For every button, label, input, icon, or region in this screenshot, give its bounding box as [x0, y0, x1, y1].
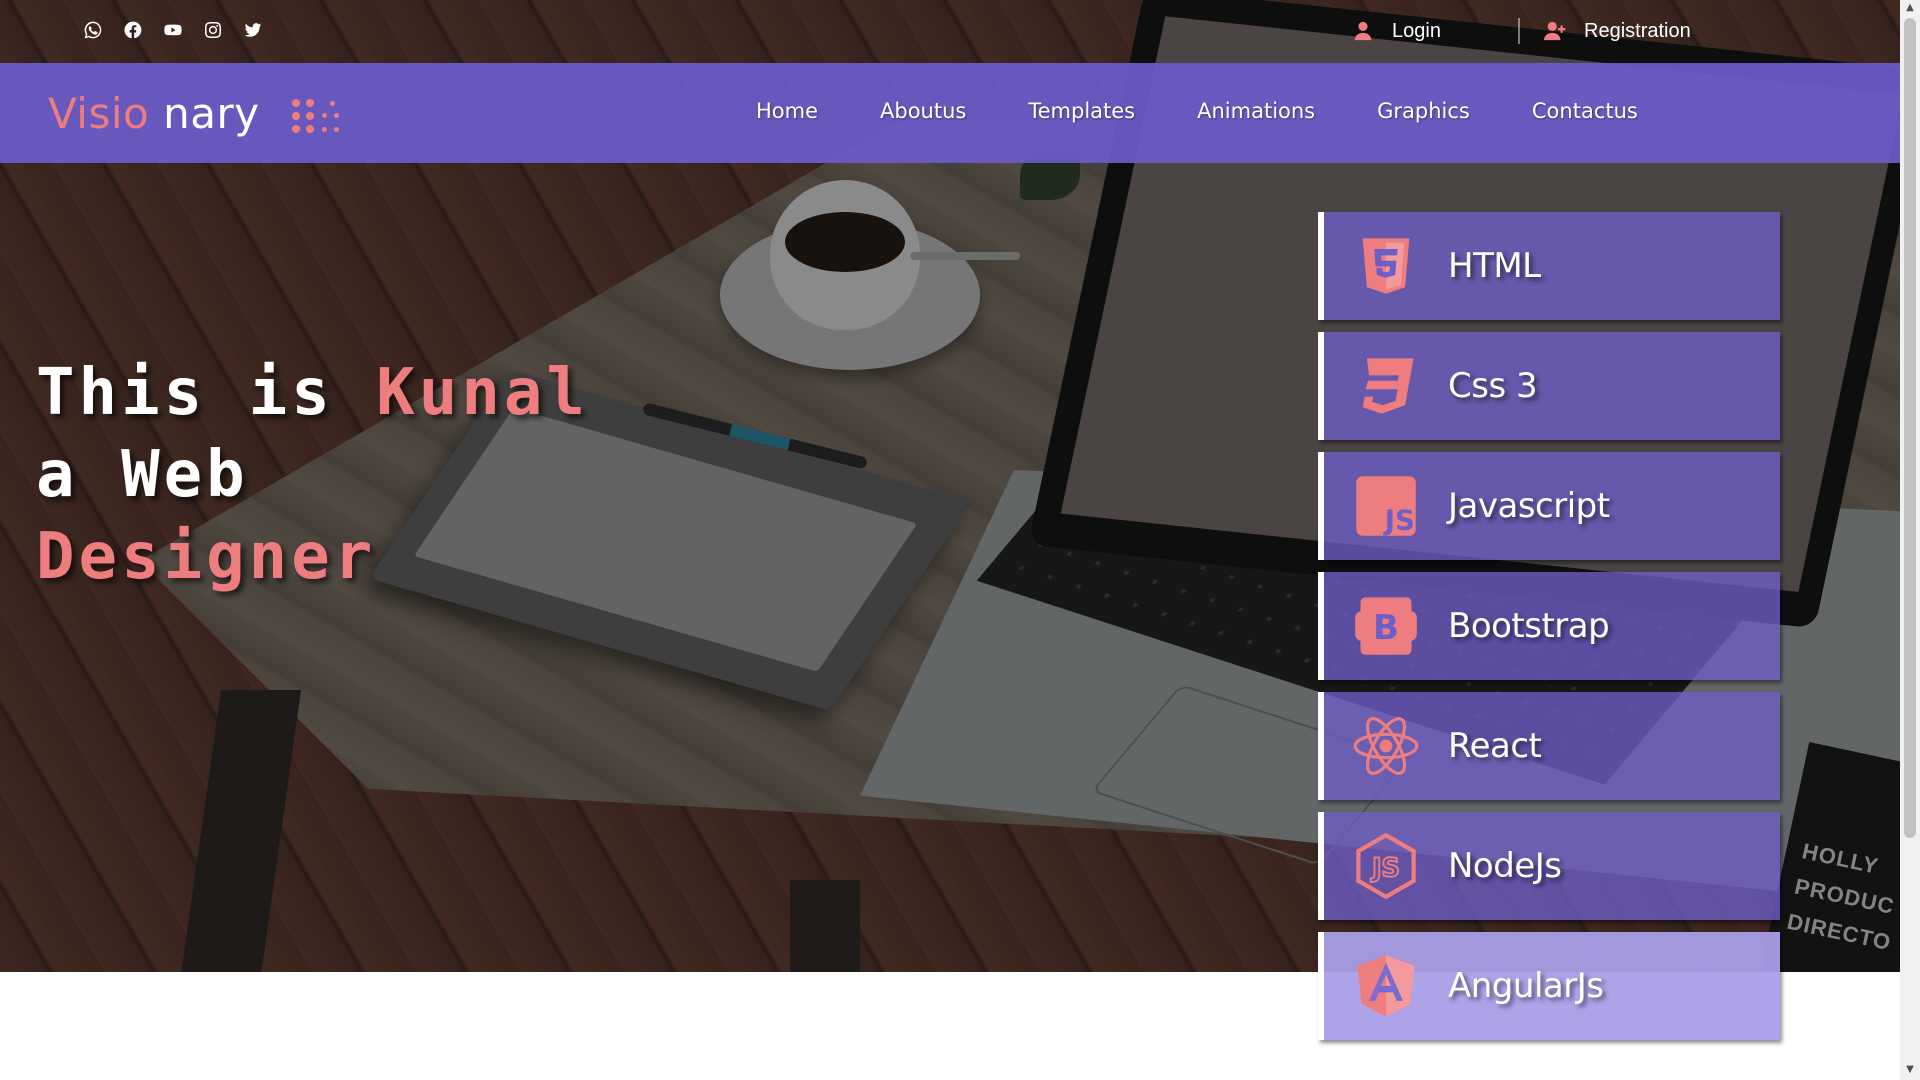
css3-icon — [1350, 350, 1422, 422]
nav-animations[interactable]: Animations — [1197, 99, 1315, 123]
html5-icon — [1350, 230, 1422, 302]
skill-label: HTML — [1448, 246, 1541, 286]
skill-label: React — [1448, 726, 1542, 766]
logo-dots-icon — [292, 99, 344, 135]
skill-label: Javascript — [1448, 486, 1610, 526]
social-links — [82, 19, 264, 41]
registration-link[interactable]: Registration — [1544, 14, 1691, 48]
nav-aboutus[interactable]: Aboutus — [880, 99, 966, 123]
user-plus-icon — [1544, 21, 1566, 41]
page-scrollbar[interactable]: ▲ ▼ — [1900, 0, 1920, 1080]
skill-card-css3[interactable]: Css 3 — [1318, 332, 1780, 440]
skill-card-bootstrap[interactable]: B Bootstrap — [1318, 572, 1780, 680]
login-label: Login — [1392, 19, 1441, 42]
headline-text: This is — [36, 356, 377, 430]
scroll-down-arrow-icon[interactable]: ▼ — [1904, 1064, 1916, 1076]
react-icon — [1350, 710, 1422, 782]
skills-list: HTML Css 3 JS Javascript B Bootstrap Rea… — [1318, 212, 1780, 1052]
login-link[interactable]: Login — [1352, 14, 1441, 48]
nodejs-icon: JS — [1350, 830, 1422, 902]
headline-name: Kunal — [376, 356, 589, 430]
top-bar: Login Registration — [0, 0, 1900, 63]
site-logo[interactable]: Visio nary — [48, 89, 260, 138]
youtube-icon[interactable] — [162, 19, 184, 41]
auth-divider — [1518, 18, 1520, 44]
nav-links: Home Aboutus Templates Animations Graphi… — [756, 99, 1700, 123]
svg-text:JS: JS — [1370, 854, 1400, 884]
instagram-icon[interactable] — [202, 19, 224, 41]
nav-graphics[interactable]: Graphics — [1377, 99, 1470, 123]
svg-text:JS: JS — [1383, 503, 1415, 536]
skill-card-nodejs[interactable]: JS NodeJs — [1318, 812, 1780, 920]
javascript-icon: JS — [1350, 470, 1422, 542]
angular-icon — [1350, 950, 1422, 1022]
skill-card-react[interactable]: React — [1318, 692, 1780, 800]
skill-label: AngularJs — [1448, 966, 1604, 1006]
skill-label: NodeJs — [1448, 846, 1562, 886]
bootstrap-icon: B — [1350, 590, 1422, 662]
svg-text:B: B — [1373, 608, 1399, 648]
logo-part-accent: Visio — [48, 89, 150, 138]
main-navbar: Visio nary Home Aboutus Templates Animat… — [0, 63, 1900, 163]
nav-home[interactable]: Home — [756, 99, 818, 123]
hero-headline: This is Kunal a Web Designer — [36, 352, 589, 598]
skill-card-html[interactable]: HTML — [1318, 212, 1780, 320]
skill-card-javascript[interactable]: JS Javascript — [1318, 452, 1780, 560]
headline-line-3: Designer — [36, 520, 377, 594]
logo-part-main: nary — [149, 89, 260, 138]
twitter-icon[interactable] — [242, 19, 264, 41]
whatsapp-icon[interactable] — [82, 19, 104, 41]
scroll-up-arrow-icon[interactable]: ▲ — [1904, 2, 1916, 14]
nav-contactus[interactable]: Contactus — [1532, 99, 1638, 123]
facebook-icon[interactable] — [122, 19, 144, 41]
nav-templates[interactable]: Templates — [1028, 99, 1135, 123]
scrollbar-thumb[interactable] — [1904, 18, 1916, 838]
skill-card-angularjs[interactable]: AngularJs — [1318, 932, 1780, 1040]
skill-label: Bootstrap — [1448, 606, 1610, 646]
headline-line-2: a Web — [36, 438, 249, 512]
skill-label: Css 3 — [1448, 366, 1538, 406]
registration-label: Registration — [1584, 19, 1691, 42]
headline-line-1: This is Kunal — [36, 352, 589, 434]
user-icon — [1354, 21, 1372, 41]
